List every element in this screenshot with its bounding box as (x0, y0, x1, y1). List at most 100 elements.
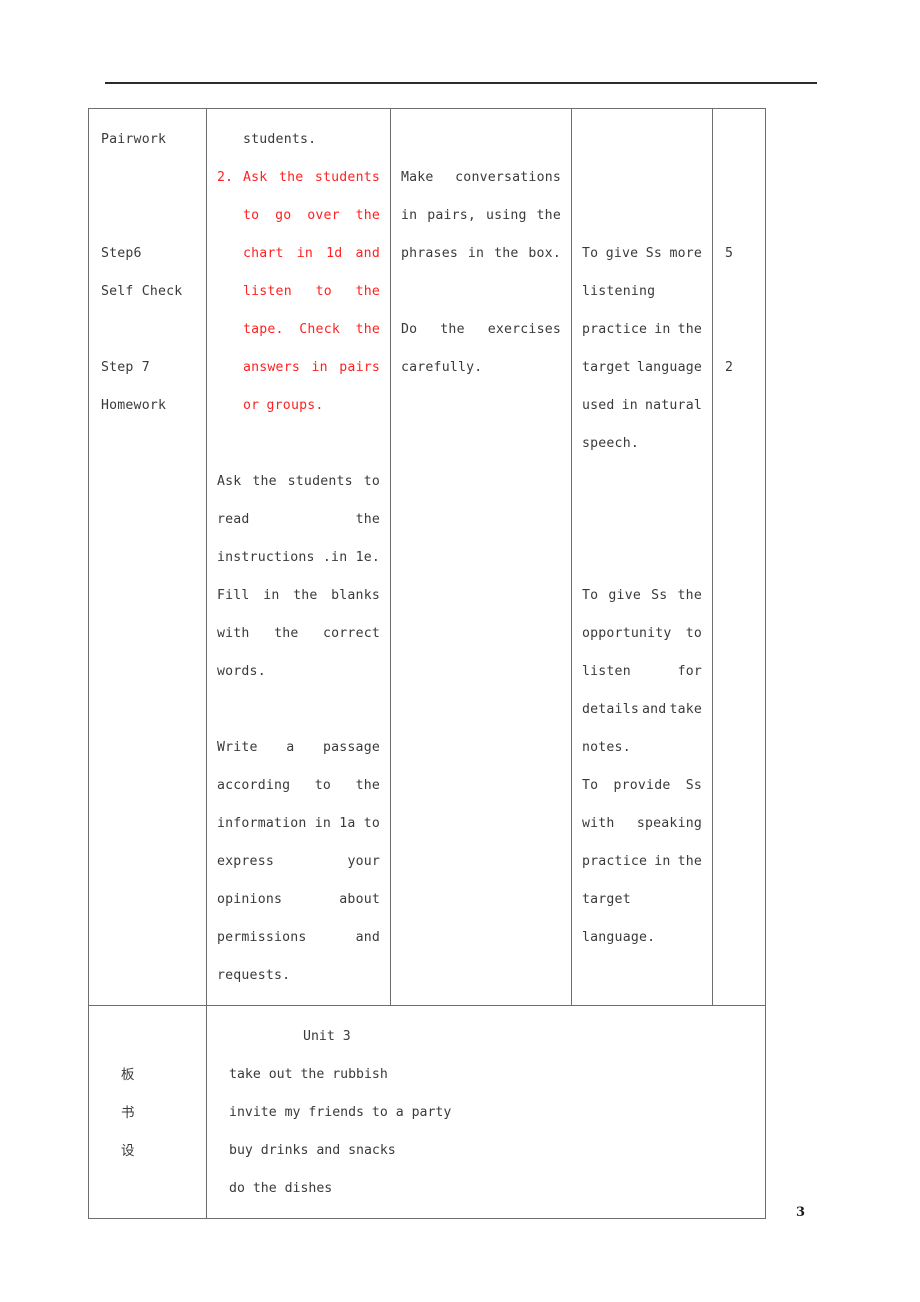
red-line: chart in 1d and (243, 246, 380, 261)
minutes-gap-1 (723, 121, 755, 159)
red-line: or groups. (243, 398, 324, 413)
cell-purpose: To give Ss more listening practice in th… (571, 108, 713, 1006)
text-line: express your (217, 854, 380, 869)
text-line: To give Ss more (582, 246, 702, 261)
minutes-value-5: 5 (725, 246, 734, 261)
cell-blackboard-content: Unit 3 take out the rubbish invite my fr… (206, 1005, 766, 1219)
stage-step7: Step 7 (101, 360, 150, 375)
minutes-gap-3 (723, 197, 755, 235)
blackboard-phrase: invite my friends to a party (229, 1105, 452, 1120)
cell-minutes: 5 2 (712, 108, 766, 1006)
text-line: used in natural (582, 398, 702, 413)
teacher-paragraph-2: Ask the students to read the instruction… (217, 463, 380, 691)
text-line: Ask the students to (217, 474, 380, 489)
student-activity-content: Make conversations in pairs, using the p… (391, 109, 571, 397)
purpose-paragraph-3: To provide Ss with speaking practice in … (582, 767, 702, 957)
text-line: opinions about (217, 892, 380, 907)
purpose-para-gap-3 (582, 539, 702, 577)
cell-stage-names: Pairwork Step6 Self Check Step 7 Homewor… (88, 108, 207, 1006)
purpose-para-gap-1 (582, 463, 702, 501)
blackboard-phrase: do the dishes (229, 1181, 333, 1196)
minutes-value-2: 2 (725, 360, 734, 375)
red-line: answers in pairs (243, 360, 380, 375)
teacher-numbered-item: 2. Ask the students to go over the chart (217, 159, 380, 425)
table-row-main: Pairwork Step6 Self Check Step 7 Homewor… (88, 108, 766, 1006)
text-line: To provide Ss (582, 778, 702, 793)
text-line: Fill in the blanks (217, 588, 380, 603)
stage-spacer-2 (99, 197, 196, 235)
table-row-blackboard-design: 板 书 设 Unit 3 take out the rubbish invite… (88, 1005, 766, 1219)
text-line: opportunity to (582, 626, 702, 641)
stage-names-content: Pairwork Step6 Self Check Step 7 Homewor… (89, 109, 206, 435)
stage-step6: Step6 (101, 246, 142, 261)
text-line: language. (582, 930, 656, 945)
blackboard-content: Unit 3 take out the rubbish invite my fr… (207, 1006, 765, 1218)
text-line: target (582, 892, 631, 907)
minutes-gap-4 (723, 273, 755, 311)
text-line: practice in the (582, 854, 702, 869)
text-line: read the (217, 512, 380, 527)
text-line: notes. (582, 740, 631, 755)
cell-blackboard-label: 板 书 设 (88, 1005, 207, 1219)
text-line: Write a passage (217, 740, 380, 755)
purpose-paragraph-2: To give Ss the opportunity to listen for (582, 577, 702, 767)
minutes-gap-2 (723, 159, 755, 197)
text-line: requests. (217, 968, 291, 983)
text-line: phrases in the box. (401, 246, 561, 261)
minutes-gap-5 (723, 311, 755, 349)
text-line: To give Ss the (582, 588, 702, 603)
red-line: Ask the students (243, 170, 380, 185)
blackboard-label-char-2: 书 (121, 1105, 135, 1121)
text-line: Make conversations (401, 170, 561, 185)
text-line: instructions .in 1e. (217, 550, 380, 565)
list-marker-2: 2. (217, 170, 233, 185)
text-line: speech. (582, 436, 639, 451)
student-para-gap-1 (401, 273, 561, 311)
text-line: practice in the (582, 322, 702, 337)
header-divider-rule (105, 82, 817, 84)
teacher-activity-content: students. 2. Ask the students to go over… (207, 109, 390, 1005)
minutes-content: 5 2 (713, 109, 765, 397)
purpose-top-gap-3 (582, 197, 702, 235)
text-line: with the correct (217, 626, 380, 641)
student-paragraph-2: Do the exercises carefully. (401, 311, 561, 387)
teacher-first-line: students. (243, 132, 317, 147)
red-line: listen to the (243, 284, 380, 299)
text-line: information in 1a to (217, 816, 380, 831)
teacher-para-gap-2 (217, 691, 380, 729)
student-paragraph-1: Make conversations in pairs, using the p… (401, 159, 561, 273)
text-line: in pairs, using the (401, 208, 561, 223)
student-top-gap (401, 121, 561, 159)
blackboard-label-content: 板 书 设 (89, 1006, 206, 1180)
blackboard-phrase: buy drinks and snacks (229, 1143, 396, 1158)
lesson-plan-table: Pairwork Step6 Self Check Step 7 Homewor… (88, 108, 766, 1219)
text-line: according to the (217, 778, 380, 793)
blackboard-phrase: take out the rubbish (229, 1067, 388, 1082)
blackboard-label-char-1: 板 (121, 1067, 135, 1083)
blackboard-label-char-3: 设 (121, 1143, 135, 1159)
text-line: carefully. (401, 360, 483, 375)
teacher-para-gap-1 (217, 425, 380, 463)
text-line: with speaking (582, 816, 702, 831)
text-line: listen for (582, 664, 702, 679)
text-line: target language (582, 360, 702, 375)
text-line: words. (217, 664, 266, 679)
teacher-paragraph-3: Write a passage according to the informa… (217, 729, 380, 995)
text-line: permissions and (217, 930, 380, 945)
stage-self-check: Self Check (101, 284, 183, 299)
cell-teacher-activity: students. 2. Ask the students to go over… (206, 108, 391, 1006)
stage-homework: Homework (101, 398, 167, 413)
purpose-top-gap-1 (582, 121, 702, 159)
red-line: tape. Check the (243, 322, 380, 337)
purpose-top-gap-2 (582, 159, 702, 197)
purpose-para-gap-2 (582, 501, 702, 539)
page-number: 3 (796, 1205, 806, 1220)
purpose-paragraph-1: To give Ss more listening practice in th… (582, 235, 702, 463)
red-line: to go over the (243, 208, 380, 223)
stage-pairwork: Pairwork (101, 132, 167, 147)
blackboard-unit-title: Unit 3 (303, 1029, 351, 1044)
stage-spacer-1 (99, 159, 196, 197)
text-line: details and take (582, 702, 702, 717)
stage-spacer-3 (99, 311, 196, 349)
text-line: Do the exercises (401, 322, 561, 337)
